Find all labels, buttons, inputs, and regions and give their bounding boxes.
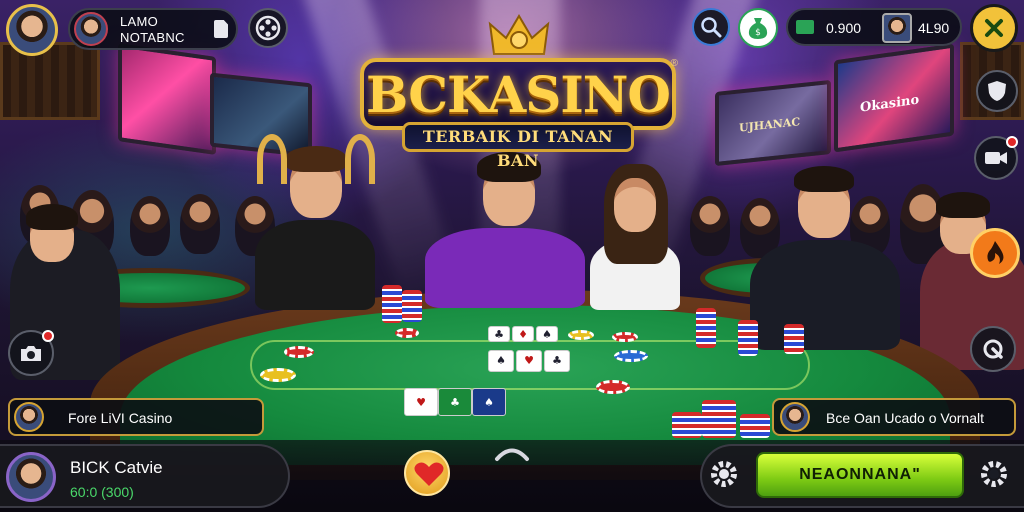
live-casino-banner[interactable]: Fore LiVI Casino [8, 398, 264, 436]
banner-right-text: Bce Oan Ucado o Vornalt [826, 410, 984, 426]
playing-card: ♠ [488, 350, 514, 372]
crowd-person [130, 196, 170, 256]
poker-chip [284, 346, 314, 358]
playing-card: ♣ [544, 350, 570, 372]
fire-button[interactable] [970, 228, 1020, 278]
poker-chip [614, 350, 648, 362]
banner-left-text: Fore LiVI Casino [68, 410, 173, 426]
money-bag-button[interactable]: $ [738, 8, 778, 48]
player-name-line-1: LAMO [120, 14, 159, 29]
player-info-pill[interactable]: LAMO NOTABNC [68, 8, 238, 50]
player-avatar-small [74, 12, 108, 46]
playing-card: ♠ [472, 388, 506, 416]
playing-card: ♦ [512, 326, 534, 342]
tv-screen-text: Okasino [860, 92, 920, 116]
playing-card: ♥ [404, 388, 438, 416]
player-chips: 60:0 (300) [70, 484, 134, 500]
chip-stack [784, 324, 804, 354]
playing-card: ♠ [536, 326, 558, 342]
wrench-icon [983, 339, 1003, 359]
player-card[interactable]: BICK Catvie 60:0 (300) [0, 444, 290, 508]
video-button[interactable] [974, 136, 1018, 180]
tv-screen-right: Okasino [834, 43, 954, 153]
heart-icon [414, 462, 444, 486]
document-icon[interactable] [214, 20, 228, 38]
banner-avatar [14, 402, 44, 432]
gear-icon [711, 461, 737, 487]
banner-avatar [780, 402, 810, 432]
close-button[interactable] [970, 4, 1018, 52]
crowd-person [180, 194, 220, 254]
notification-dot [1006, 136, 1018, 148]
shield-icon [988, 81, 1006, 101]
gear-button-left[interactable] [706, 456, 742, 492]
tv-screen-right-2: UJHANAC [715, 79, 831, 167]
like-button[interactable] [404, 450, 450, 496]
player-name-line-2: NOTABNC [120, 30, 185, 45]
shield-button[interactable] [976, 70, 1018, 112]
chip-stack [738, 320, 758, 356]
promo-banner[interactable]: Bce Oan Ucado o Vornalt [772, 398, 1016, 436]
cash-icon [796, 20, 814, 34]
balance-value-1: 0.900 [826, 20, 862, 36]
chip-stack [402, 290, 422, 322]
crowd-person [690, 196, 730, 256]
money-bag-icon: $ [748, 18, 768, 39]
balcony-left [0, 42, 100, 120]
poker-chip [596, 380, 630, 394]
tv-screen-left [118, 43, 216, 155]
video-camera-icon [985, 152, 1007, 164]
notification-dot [42, 330, 54, 342]
poker-chip [395, 328, 419, 338]
player-avatar [6, 452, 56, 502]
poker-chip [260, 368, 296, 382]
player-name: BICK Catvie [70, 458, 163, 477]
tv-screen-text: UJHANAC [739, 115, 801, 135]
gear-icon [981, 461, 1007, 487]
poker-chip [568, 330, 594, 340]
fire-icon [987, 241, 1004, 264]
chip-stack [672, 412, 702, 438]
film-reel-button[interactable] [248, 8, 288, 48]
player-name-block: LAMO NOTABNC [120, 14, 185, 46]
balance-pill[interactable]: 0.900 4L90 [786, 8, 962, 46]
settings-button[interactable] [976, 456, 1012, 492]
close-icon [985, 19, 1003, 37]
balance-value-2: 4L90 [918, 20, 950, 36]
profile-avatar[interactable] [6, 4, 58, 56]
play-now-button[interactable]: NEAONNANA" [756, 452, 964, 498]
friend-avatar [882, 13, 912, 43]
playing-card: ♣ [438, 388, 472, 416]
svg-text:$: $ [755, 28, 761, 38]
search-user-button[interactable] [692, 8, 730, 46]
chevron-up-icon[interactable] [494, 444, 530, 462]
logo-subtitle: TERBAIK DI TANAN BAN [402, 122, 634, 170]
crown-icon [488, 14, 550, 55]
game-logo: BCKASINO ® TERBAIK DI TANAN BAN [360, 14, 678, 170]
poker-chip [612, 332, 638, 342]
chip-stack [696, 308, 716, 348]
settings-tool-button[interactable] [970, 326, 1016, 372]
camera-icon [21, 346, 41, 361]
search-user-icon [701, 17, 722, 38]
playing-card: ♣ [488, 326, 510, 342]
playing-card: ♥ [516, 350, 542, 372]
chip-stack [382, 285, 402, 323]
logo-title: BCKASINO [360, 58, 676, 130]
chip-stack [740, 414, 770, 438]
film-reel-icon [255, 15, 281, 41]
registered-mark: ® [670, 58, 678, 69]
chip-stack [702, 400, 736, 438]
camera-button[interactable] [8, 330, 54, 376]
